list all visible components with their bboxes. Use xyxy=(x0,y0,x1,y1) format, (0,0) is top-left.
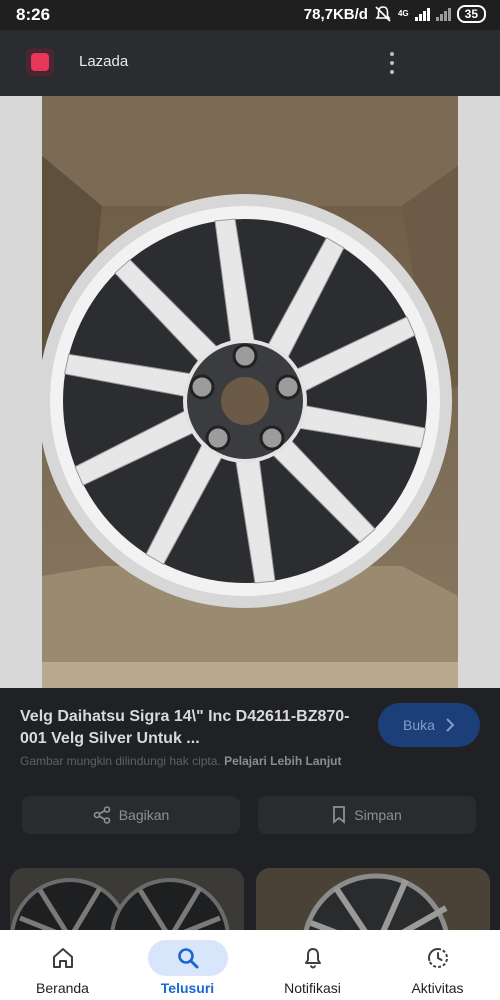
share-icon xyxy=(93,806,111,824)
history-icon xyxy=(427,947,448,968)
status-bar: 8:26 78,7KB/d 4G 35 xyxy=(0,0,500,30)
copyright-text: Gambar mungkin dilindungi hak cipta. xyxy=(20,754,221,768)
nav-label-search: Telusuri xyxy=(160,980,215,996)
related-wheel-image xyxy=(256,868,490,930)
status-right: 78,7KB/d 4G 35 xyxy=(304,5,486,23)
status-time: 8:26 xyxy=(16,5,51,24)
network-speed: 78,7KB/d xyxy=(303,5,368,23)
related-image-1[interactable] xyxy=(10,868,244,930)
related-wheel-image xyxy=(10,868,244,930)
nav-label-home: Beranda xyxy=(36,980,89,996)
chevron-right-icon xyxy=(446,718,455,732)
related-image-2[interactable] xyxy=(256,868,490,930)
save-label: Simpan xyxy=(354,807,402,823)
bookmark-icon xyxy=(333,806,346,824)
nav-item-home[interactable]: Beranda xyxy=(0,930,125,1000)
nav-item-search[interactable]: Telusuri xyxy=(125,930,250,1000)
app-title: Lazada xyxy=(79,53,129,70)
share-label: Bagikan xyxy=(118,807,170,823)
visit-button[interactable]: Buka xyxy=(378,703,480,747)
battery-icon: 35 xyxy=(456,5,486,23)
result-title[interactable]: Velg Daihatsu Sigra 14\" Inc D42611-BZ87… xyxy=(20,706,360,750)
signal-icon-secondary xyxy=(435,7,451,21)
nav-label-activity: Aktivitas xyxy=(411,980,464,996)
bell-icon xyxy=(304,948,321,969)
mute-icon xyxy=(375,6,391,22)
network-type: 4G xyxy=(397,9,409,18)
share-button[interactable]: Bagikan xyxy=(22,796,240,834)
search-icon xyxy=(177,948,198,969)
lazada-logo-icon xyxy=(26,48,54,76)
visit-label: Buka xyxy=(403,717,435,733)
learn-more-link[interactable]: Pelajari Lebih Lanjut xyxy=(224,754,341,768)
nav-item-notifications[interactable]: Notifikasi xyxy=(250,930,375,1000)
nav-label-notifications: Notifikasi xyxy=(284,980,341,996)
app-bar: Lazada xyxy=(0,30,500,96)
image-viewer[interactable] xyxy=(0,96,500,688)
more-vert-icon[interactable] xyxy=(384,50,400,76)
copyright-note: Gambar mungkin dilindungi hak cipta. Pel… xyxy=(20,754,341,768)
signal-icon xyxy=(414,7,430,21)
wheel-photo xyxy=(42,96,458,688)
nav-item-activity[interactable]: Aktivitas xyxy=(375,930,500,1000)
home-icon xyxy=(52,948,73,968)
bottom-nav: Beranda Telusuri Notifikasi Aktivitas xyxy=(0,930,500,1000)
save-button[interactable]: Simpan xyxy=(258,796,476,834)
